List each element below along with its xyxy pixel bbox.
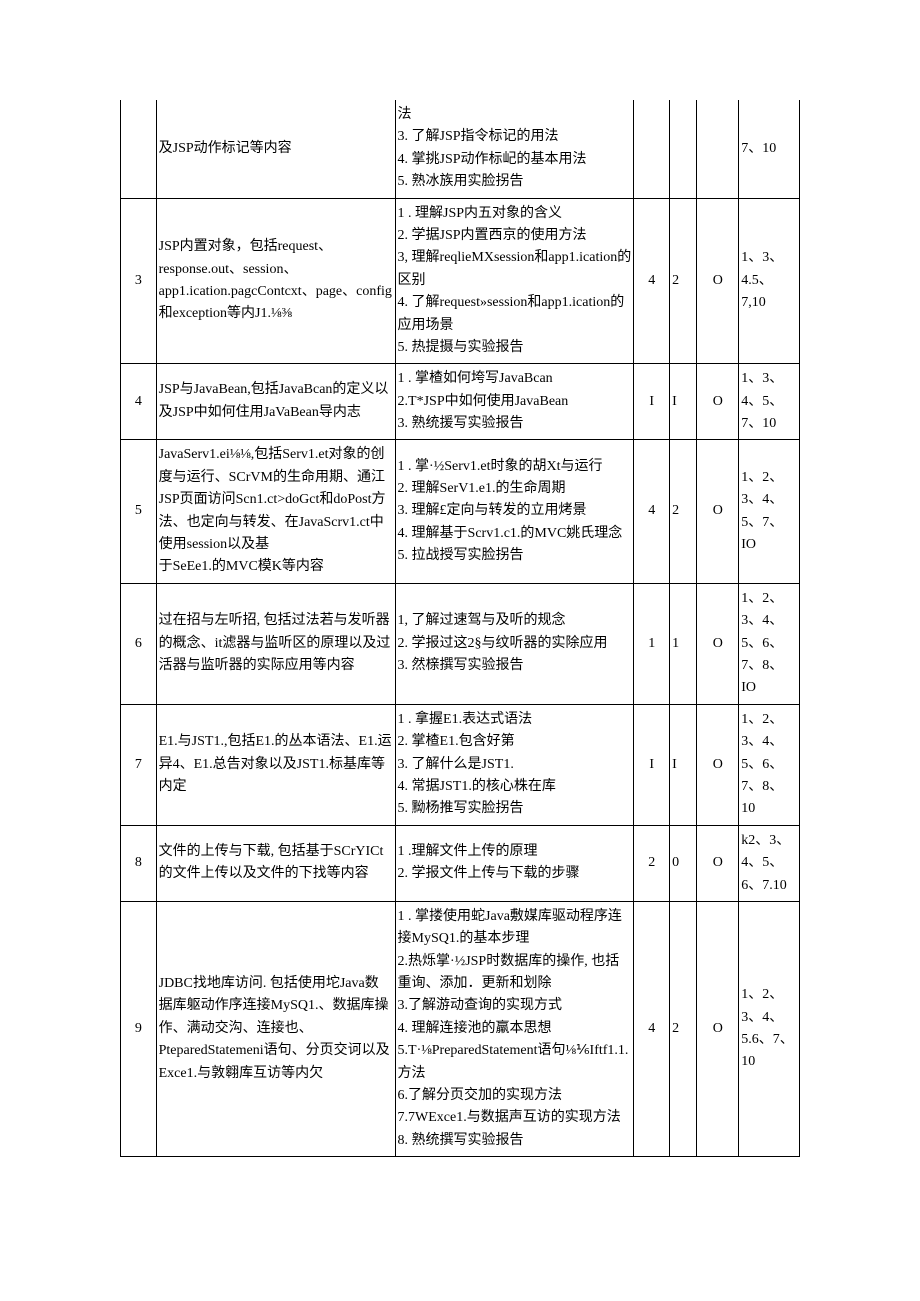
ref-cell: 1、2、3、4、5、6、7、8、IO [739,583,800,704]
objectives-cell: 1 . 理解JSP内五对象的含义 2. 学据JSP内置西京的使用方法 3, 理解… [395,198,634,364]
topic-cell: JDBC找地库访问. 包括使用坨Java数据库躯动作序连接MySQ1.、数据库操… [156,901,395,1156]
topic-cell: JSP与JavaBean,包括JavaBcan的定义以及JSP中如何住用JaVa… [156,364,395,440]
col-c-cell: O [697,704,739,825]
col-c-cell: O [697,440,739,583]
col-b-cell: 0 [670,825,697,901]
col-c-cell: O [697,198,739,364]
topic-cell: 文件的上传与下载, 包括基于SCrYICt的文件上传以及文件的下找等内容 [156,825,395,901]
topic-cell: E1.与JST1.,包括E1.的丛本语法、E1.运异4、E1.总告对象以及JST… [156,704,395,825]
col-a-cell: 1 [634,583,670,704]
table-row: 7E1.与JST1.,包括E1.的丛本语法、E1.运异4、E1.总告对象以及JS… [121,704,800,825]
ref-cell: 1、3、4、5、7、10 [739,364,800,440]
table-row: 6过在招与左听招, 包括过法若与发听器的概念、it滤器与监听区的原理以及过活器与… [121,583,800,704]
table-row: 4JSP与JavaBean,包括JavaBcan的定义以及JSP中如何住用JaV… [121,364,800,440]
row-number: 8 [121,825,157,901]
col-a-cell: 4 [634,198,670,364]
row-number: 9 [121,901,157,1156]
col-c-cell: O [697,583,739,704]
col-c-cell: O [697,901,739,1156]
topic-cell: 过在招与左听招, 包括过法若与发听器的概念、it滤器与监听区的原理以及过活器与监… [156,583,395,704]
topic-cell: JSP内置对象，包括request、response.out、session、a… [156,198,395,364]
col-a-cell: 4 [634,901,670,1156]
objectives-cell: 1 . 掌楂如何垮写JavaBcan 2.T*JSP中如何使用JavaBean … [395,364,634,440]
col-a-cell: 2 [634,825,670,901]
ref-cell: k2、3、4、5、6、7.10 [739,825,800,901]
row-number: 4 [121,364,157,440]
col-b-cell: 2 [670,901,697,1156]
col-b-cell [670,100,697,198]
objectives-cell: 1, 了解过速驾与及听的规念 2. 学报过这2§与纹听器的实除应用 3. 然榇撰… [395,583,634,704]
objectives-cell: 1 . 拿握E1.表达式语法 2. 掌楂E1.包含好第 3. 了解什么是JST1… [395,704,634,825]
objectives-cell: 法 3. 了解JSP指令标记的用法 4. 掌挑JSP动作标屺的基本用法 5. 熟… [395,100,634,198]
objectives-cell: 1 . 掌·½Serv1.et时象的胡Xt与运行 2. 理解SerV1.e1.的… [395,440,634,583]
ref-cell: 1、2、3、4、5.6、7、10 [739,901,800,1156]
ref-cell: 1、2、3、4、5、7、IO [739,440,800,583]
col-b-cell: 2 [670,198,697,364]
objectives-cell: 1 .理解文件上传的原理 2. 学报文件上传与下载的步骤 [395,825,634,901]
col-a-cell: I [634,704,670,825]
col-b-cell: I [670,364,697,440]
table-row: 3JSP内置对象，包括request、response.out、session、… [121,198,800,364]
objectives-cell: 1 . 掌搂使用蛇Java敷媒库驱动程序连接MySQ1.的基本步理 2.热烁掌·… [395,901,634,1156]
row-number: 7 [121,704,157,825]
col-a-cell [634,100,670,198]
col-c-cell: O [697,825,739,901]
row-number: 5 [121,440,157,583]
col-b-cell: I [670,704,697,825]
table-row: 5JavaServ1.ei⅛⅛,包括Serv1.et对象的创度与运行、SCrVM… [121,440,800,583]
table-row: 8文件的上传与下载, 包括基于SCrYICt的文件上传以及文件的下找等内容1 .… [121,825,800,901]
row-number: 3 [121,198,157,364]
ref-cell: 1、2、3、4、5、6、7、8、10 [739,704,800,825]
document-page: 及JSP动作标记等内容法 3. 了解JSP指令标记的用法 4. 掌挑JSP动作标… [0,0,920,1257]
col-b-cell: 2 [670,440,697,583]
table-row: 及JSP动作标记等内容法 3. 了解JSP指令标记的用法 4. 掌挑JSP动作标… [121,100,800,198]
col-c-cell: O [697,364,739,440]
col-c-cell [697,100,739,198]
col-a-cell: 4 [634,440,670,583]
ref-cell: 1、3、4.5、7,10 [739,198,800,364]
row-number: 6 [121,583,157,704]
row-number [121,100,157,198]
topic-cell: JavaServ1.ei⅛⅛,包括Serv1.et对象的创度与运行、SCrVM的… [156,440,395,583]
table-row: 9JDBC找地库访问. 包括使用坨Java数据库躯动作序连接MySQ1.、数据库… [121,901,800,1156]
course-table: 及JSP动作标记等内容法 3. 了解JSP指令标记的用法 4. 掌挑JSP动作标… [120,100,800,1157]
ref-cell: 7、10 [739,100,800,198]
topic-cell: 及JSP动作标记等内容 [156,100,395,198]
col-a-cell: I [634,364,670,440]
col-b-cell: 1 [670,583,697,704]
